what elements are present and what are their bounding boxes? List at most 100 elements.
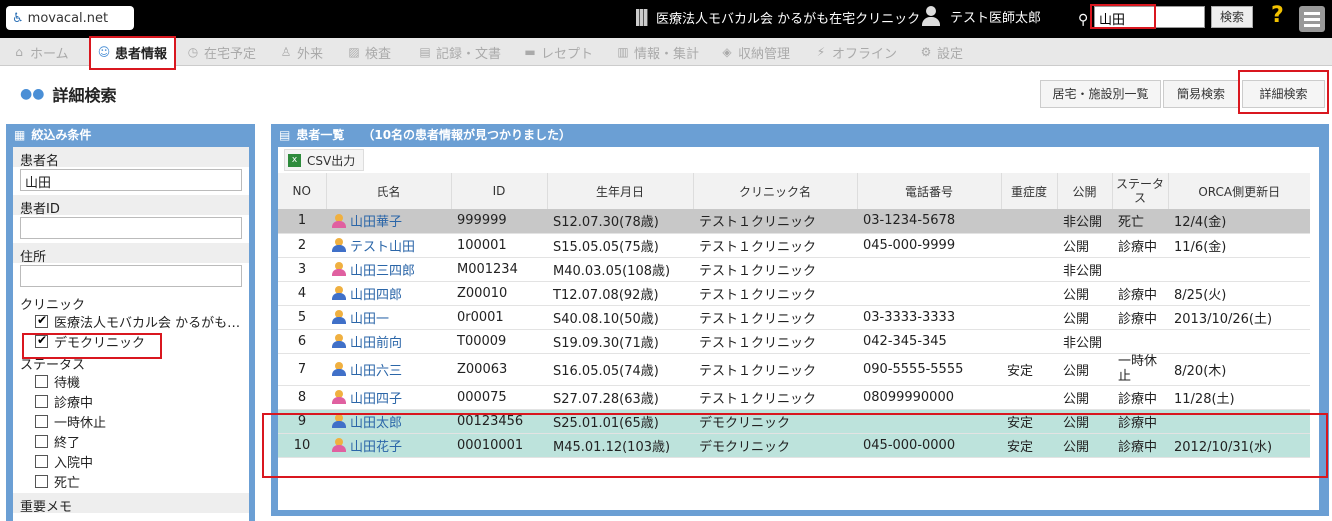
cell-name[interactable]: 山田四郎 — [326, 281, 451, 306]
checkbox[interactable] — [35, 333, 48, 348]
checkbox[interactable] — [35, 414, 48, 428]
cell-name[interactable]: テスト山田 — [326, 233, 451, 258]
checkbox[interactable] — [35, 434, 48, 448]
table-row[interactable]: 4 山田四郎 Z00010 T12.07.08(92歳) テスト１クリニック 公開 診療中 8… — [278, 281, 1310, 306]
checkbox[interactable] — [35, 394, 48, 408]
cell-name[interactable]: 山田四子 — [326, 385, 451, 410]
patient-name-text[interactable]: 山田四郎 — [350, 284, 402, 303]
patient-name-text[interactable]: 山田前向 — [350, 332, 402, 351]
table-row[interactable]: 3 山田三四郎 M001234 M40.03.05(108歳) テスト１クリニック 非公開 — [278, 257, 1310, 282]
patient-name-text[interactable]: 山田華子 — [350, 211, 402, 230]
checkbox[interactable] — [35, 313, 48, 328]
patient-name-link[interactable]: 山田三四郎 — [332, 260, 445, 279]
header-search-input[interactable]: 山田 — [1094, 6, 1205, 28]
patient-name-text[interactable]: 山田一 — [350, 308, 389, 327]
col-no[interactable]: NO — [278, 173, 327, 209]
csv-export-button[interactable]: x CSV出力 — [284, 149, 365, 171]
patient-name-link[interactable]: 山田太郎 — [332, 412, 445, 431]
user-label[interactable]: テスト医師太郎 — [922, 6, 1041, 26]
status-checkbox-paused[interactable]: 一時休止 — [13, 411, 249, 431]
patient-name-text[interactable]: テスト山田 — [350, 236, 415, 255]
table-row[interactable]: 8 山田四子 000075 S27.07.28(63歳) テスト１クリニック 080999… — [278, 385, 1310, 410]
patient-id-input[interactable] — [20, 217, 242, 239]
patient-name-link[interactable]: 山田花子 — [332, 436, 445, 455]
nav-tests[interactable]: ▨ 検査 — [347, 38, 391, 66]
col-orca[interactable]: ORCA側更新日 — [1168, 173, 1310, 209]
nav-settings[interactable]: ⚙ 設定 — [919, 38, 963, 66]
hamburger-menu-icon[interactable] — [1299, 6, 1325, 32]
col-id[interactable]: ID — [451, 173, 548, 209]
gear-icon: ⚙ — [920, 45, 932, 59]
building-icon — [636, 9, 648, 26]
cell-name[interactable]: 山田花子 — [326, 433, 451, 458]
app-logo[interactable]: ♿ movacal.net — [6, 6, 134, 30]
help-icon[interactable]: ? — [1271, 3, 1284, 28]
cell-name[interactable]: 山田三四郎 — [326, 257, 451, 282]
patient-name-text[interactable]: 山田六三 — [350, 360, 402, 379]
clinic-checkbox-main[interactable]: 医療法人モバカル会 かるがも… — [13, 311, 249, 331]
patient-name-input[interactable]: 山田 — [20, 169, 242, 191]
nav-offline[interactable]: ⚡ オフライン — [814, 38, 897, 66]
col-phone[interactable]: 電話番号 — [857, 173, 1002, 209]
clinic-checkbox-demo[interactable]: デモクリニック — [13, 331, 249, 351]
detail-search-button[interactable]: 詳細検索 — [1242, 80, 1325, 108]
table-row[interactable]: 6 山田前向 T00009 S19.09.30(71歳) テスト１クリニック 042-34… — [278, 329, 1310, 354]
nav-label: 在宅予定 — [204, 46, 257, 62]
cell-severity: 安定 — [1001, 433, 1057, 458]
cell-orca: 8/20(木) — [1168, 353, 1310, 386]
nav-records[interactable]: ▤ 記録・文書 — [418, 38, 501, 66]
checkbox[interactable] — [35, 454, 48, 468]
status-checkbox-hospitalized[interactable]: 入院中 — [13, 451, 249, 471]
header-search-button[interactable]: 検索 — [1211, 6, 1253, 28]
status-checkbox-deceased[interactable]: 死亡 — [13, 471, 249, 491]
table-row[interactable]: 10 山田花子 00010001 M45.01.12(103歳) デモクリニック 045-… — [278, 433, 1310, 458]
cell-name[interactable]: 山田前向 — [326, 329, 451, 354]
nav-receipt[interactable]: ▬ レセプト — [523, 38, 593, 66]
nav-info-stats[interactable]: ▥ 情報・集計 — [616, 38, 699, 66]
patient-name-text[interactable]: 山田四子 — [350, 388, 402, 407]
checkbox[interactable] — [35, 374, 48, 388]
status-checkbox-treating[interactable]: 診療中 — [13, 391, 249, 411]
col-severity[interactable]: 重症度 — [1001, 173, 1058, 209]
nav-outpatient[interactable]: ♙ 外来 — [279, 38, 323, 66]
patient-name-text[interactable]: 山田太郎 — [350, 412, 402, 431]
table-row[interactable]: 2 テスト山田 100001 S15.05.05(75歳) テスト１クリニック 045-0… — [278, 233, 1310, 258]
status-checkbox-waiting[interactable]: 待機 — [13, 371, 249, 391]
simple-search-button[interactable]: 簡易検索 — [1163, 80, 1239, 108]
cell-name[interactable]: 山田六三 — [326, 353, 451, 386]
cell-orca: 11/28(土) — [1168, 385, 1310, 410]
table-row[interactable]: 7 山田六三 Z00063 S16.05.05(74歳) テスト１クリニック 090-55… — [278, 353, 1310, 386]
patient-name-link[interactable]: テスト山田 — [332, 236, 445, 255]
nav-home[interactable]: ⌂ ホーム — [12, 38, 68, 66]
patient-name-link[interactable]: 山田一 — [332, 308, 445, 327]
patient-name-link[interactable]: 山田六三 — [332, 360, 445, 379]
patient-name-link[interactable]: 山田華子 — [332, 211, 445, 230]
col-clinic[interactable]: クリニック名 — [693, 173, 858, 209]
cell-name[interactable]: 山田華子 — [326, 209, 451, 234]
nav-patients[interactable]: ☺ 患者情報 — [89, 38, 176, 66]
patient-name-link[interactable]: 山田前向 — [332, 332, 445, 351]
col-dob[interactable]: 生年月日 — [547, 173, 694, 209]
table-row[interactable]: 5 山田一 0r0001 S40.08.10(50歳) テスト１クリニック 03-3333… — [278, 305, 1310, 330]
patient-name-link[interactable]: 山田四郎 — [332, 284, 445, 303]
cell-no: 3 — [278, 257, 326, 282]
address-input[interactable] — [20, 265, 242, 287]
nav-home-schedule[interactable]: ◷ 在宅予定 — [186, 38, 256, 66]
cell-name[interactable]: 山田太郎 — [326, 409, 451, 434]
table-row[interactable]: 9 山田太郎 00123456 S25.01.01(65歳) デモクリニック 安定 公開 診療… — [278, 409, 1310, 434]
facility-list-button[interactable]: 居宅・施設別一覧 — [1040, 80, 1161, 108]
patient-name-text[interactable]: 山田三四郎 — [350, 260, 415, 279]
col-public[interactable]: 公開 — [1057, 173, 1113, 209]
table-row[interactable]: 1 山田華子 999999 S12.07.30(78歳) テスト１クリニック 03-123… — [278, 209, 1310, 234]
checkbox[interactable] — [35, 474, 48, 488]
cell-name[interactable]: 山田一 — [326, 305, 451, 330]
status-checkbox-ended[interactable]: 終了 — [13, 431, 249, 451]
patient-name-text[interactable]: 山田花子 — [350, 436, 402, 455]
cell-dob: T12.07.08(92歳) — [547, 281, 693, 306]
nav-payments[interactable]: ◈ 収納管理 — [720, 38, 790, 66]
patient-name-link[interactable]: 山田四子 — [332, 388, 445, 407]
col-status[interactable]: ステータス — [1112, 173, 1169, 209]
logo-icon: ♿ — [12, 10, 24, 26]
chart-icon: ▨ — [348, 45, 360, 59]
col-name[interactable]: 氏名 — [326, 173, 452, 209]
